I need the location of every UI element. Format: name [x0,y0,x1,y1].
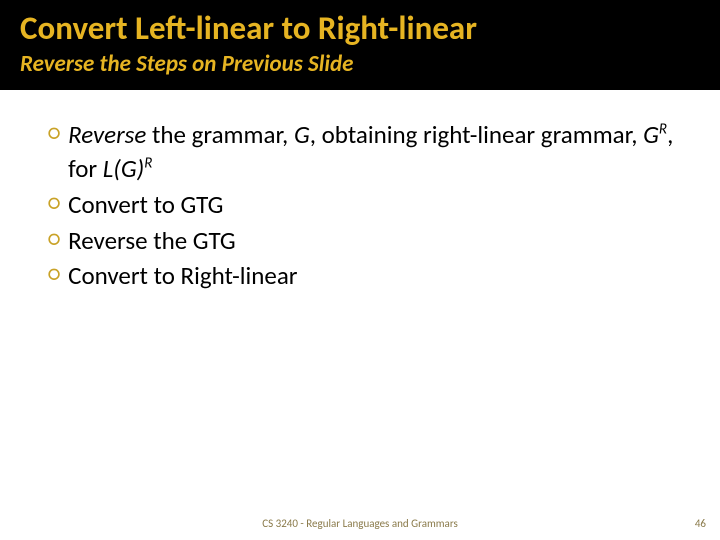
bullet-text: Reverse the grammar, G, obtaining right-… [68,118,680,186]
bullet-icon: ○ [48,224,60,255]
bullet-icon: ○ [48,118,60,149]
slide-title: Convert Left-linear to Right-linear [20,10,700,46]
bullet-text: Convert to Right-linear [68,259,297,293]
list-item: ○ Convert to GTG [48,188,680,222]
text-fragment: G [294,119,310,150]
footer-note: CS 3240 - Regular Languages and Grammars [262,517,458,530]
bullet-text: Convert to GTG [68,188,223,222]
text-fragment: the grammar, [146,119,294,150]
text-fragment: G [643,119,659,150]
slide-body: ○ Reverse the grammar, G, obtaining righ… [0,90,720,540]
slide-footer: CS 3240 - Regular Languages and Grammars [0,517,720,530]
list-item: ○ Reverse the grammar, G, obtaining righ… [48,118,680,186]
bullet-icon: ○ [48,259,60,290]
slide-subtitle: Reverse the Steps on Previous Slide [20,50,700,78]
text-fragment: , obtaining right-linear grammar, [310,119,643,150]
text-fragment: R [659,121,667,139]
bullet-text: Reverse the GTG [68,224,236,258]
slide: Convert Left-linear to Right-linear Reve… [0,0,720,540]
text-fragment: L(G) [103,153,144,184]
slide-header: Convert Left-linear to Right-linear Reve… [0,0,720,90]
bullet-icon: ○ [48,188,60,219]
list-item: ○ Reverse the GTG [48,224,680,258]
text-fragment: Reverse [68,119,146,150]
text-fragment: R [144,155,152,173]
page-number: 46 [695,517,706,530]
list-item: ○ Convert to Right-linear [48,259,680,293]
